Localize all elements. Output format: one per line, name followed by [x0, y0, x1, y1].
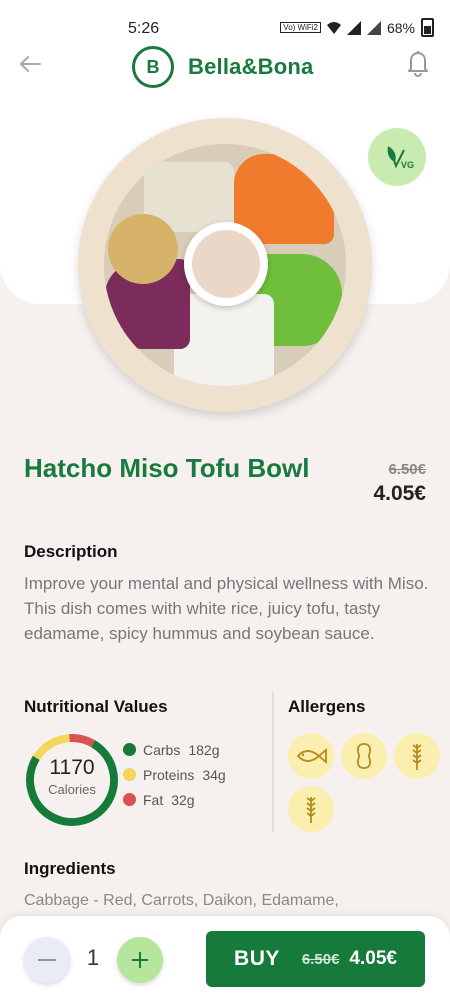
fish-icon — [288, 733, 334, 779]
legend-label: Carbs — [143, 741, 181, 758]
vegan-badge-text: VG — [401, 160, 414, 170]
buy-discounted-price: 4.05€ — [349, 948, 397, 969]
buy-button[interactable]: BUY 6.50€ 4.05€ — [206, 931, 425, 987]
vegan-leaf-icon: VG — [387, 146, 414, 170]
nutrition-heading: Nutritional Values — [24, 697, 168, 716]
legend-value: 182g — [188, 741, 220, 758]
status-time: 5:26 — [128, 20, 160, 37]
ingredients-text: Cabbage - Red, Carrots, Daikon, Edamame, — [24, 892, 339, 909]
legend-carbs: Carbs 182g — [123, 737, 226, 762]
legend-value: 32g — [171, 791, 195, 808]
minus-icon — [38, 959, 56, 961]
nutrition-legend: Carbs 182g Proteins 34g Fat 32g — [123, 737, 226, 812]
wheat-icon — [288, 786, 334, 832]
increase-quantity-button[interactable] — [117, 937, 163, 983]
sauce-cup — [184, 222, 268, 306]
donut-fat-segment — [26, 734, 118, 826]
ingredients-heading: Ingredients — [24, 859, 116, 878]
back-arrow-icon[interactable] — [16, 50, 44, 78]
allergens-heading: Allergens — [288, 697, 366, 716]
discounted-price: 4.05€ — [373, 482, 426, 505]
network-label: Vo) WiFi2 — [280, 22, 321, 33]
proteins-dot — [123, 768, 136, 781]
legend-label: Proteins — [143, 766, 195, 783]
product-title: Hatcho Miso Tofu Bowl — [24, 453, 310, 483]
battery-icon — [421, 18, 434, 37]
donut-carbs-segment — [26, 734, 118, 826]
brand-logo: B — [132, 46, 174, 88]
app-header: B Bella&Bona — [0, 40, 450, 92]
status-icons: Vo) WiFi2 68% — [280, 18, 434, 37]
legend-label: Fat — [143, 791, 164, 808]
buy-label: BUY — [234, 947, 280, 970]
vegan-badge: VG — [368, 128, 426, 186]
buy-original-price: 6.50€ — [301, 950, 340, 968]
fat-dot — [123, 793, 136, 806]
quantity-value: 1 — [86, 945, 100, 970]
section-divider — [272, 692, 274, 832]
wheat-icon — [394, 733, 440, 779]
original-price: 6.50€ — [388, 461, 426, 478]
peanut-icon — [341, 733, 387, 779]
decrease-quantity-button[interactable] — [24, 937, 70, 983]
wifi-icon — [326, 21, 341, 34]
brand-name: Bella&Bona — [188, 54, 314, 79]
brand: B Bella&Bona — [132, 46, 313, 88]
status-bar: 5:26 Vo) WiFi2 68% — [0, 0, 450, 40]
bowl-contents — [104, 144, 346, 386]
signal-icon — [346, 20, 361, 35]
carbs-dot — [123, 743, 136, 756]
bell-icon[interactable] — [404, 48, 432, 78]
product-image — [78, 118, 372, 412]
sauce — [192, 230, 260, 298]
legend-proteins: Proteins 34g — [123, 762, 226, 787]
hummus-portion — [108, 214, 178, 284]
description-heading: Description — [24, 542, 118, 561]
calories-donut-chart — [26, 734, 118, 826]
donut-proteins-segment — [26, 734, 118, 826]
battery-percent: 68% — [386, 19, 415, 36]
signal-icon — [366, 20, 381, 35]
description-text: Improve your mental and physical wellnes… — [24, 574, 429, 643]
calories-value: 1170 — [49, 756, 95, 779]
calories-label: Calories — [48, 782, 96, 797]
legend-fat: Fat 32g — [123, 787, 226, 812]
plus-icon — [132, 952, 148, 968]
legend-value: 34g — [202, 766, 226, 783]
